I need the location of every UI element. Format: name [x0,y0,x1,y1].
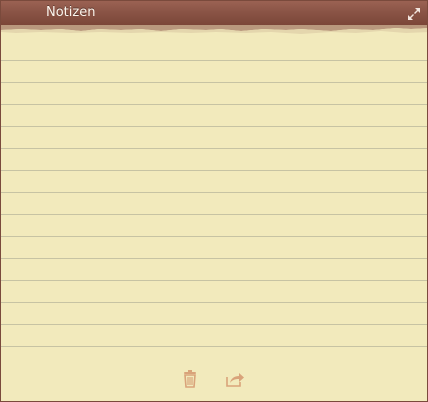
share-icon[interactable] [224,369,246,389]
torn-paper-edge [1,25,427,37]
title-bar[interactable]: Notizen [1,1,427,26]
note-text-area[interactable] [1,37,427,349]
notes-window: Notizen [0,0,428,402]
trash-icon[interactable] [179,369,201,389]
fullscreen-icon[interactable] [407,6,421,20]
bottom-toolbar [1,369,427,391]
window-title: Notizen [46,5,96,20]
